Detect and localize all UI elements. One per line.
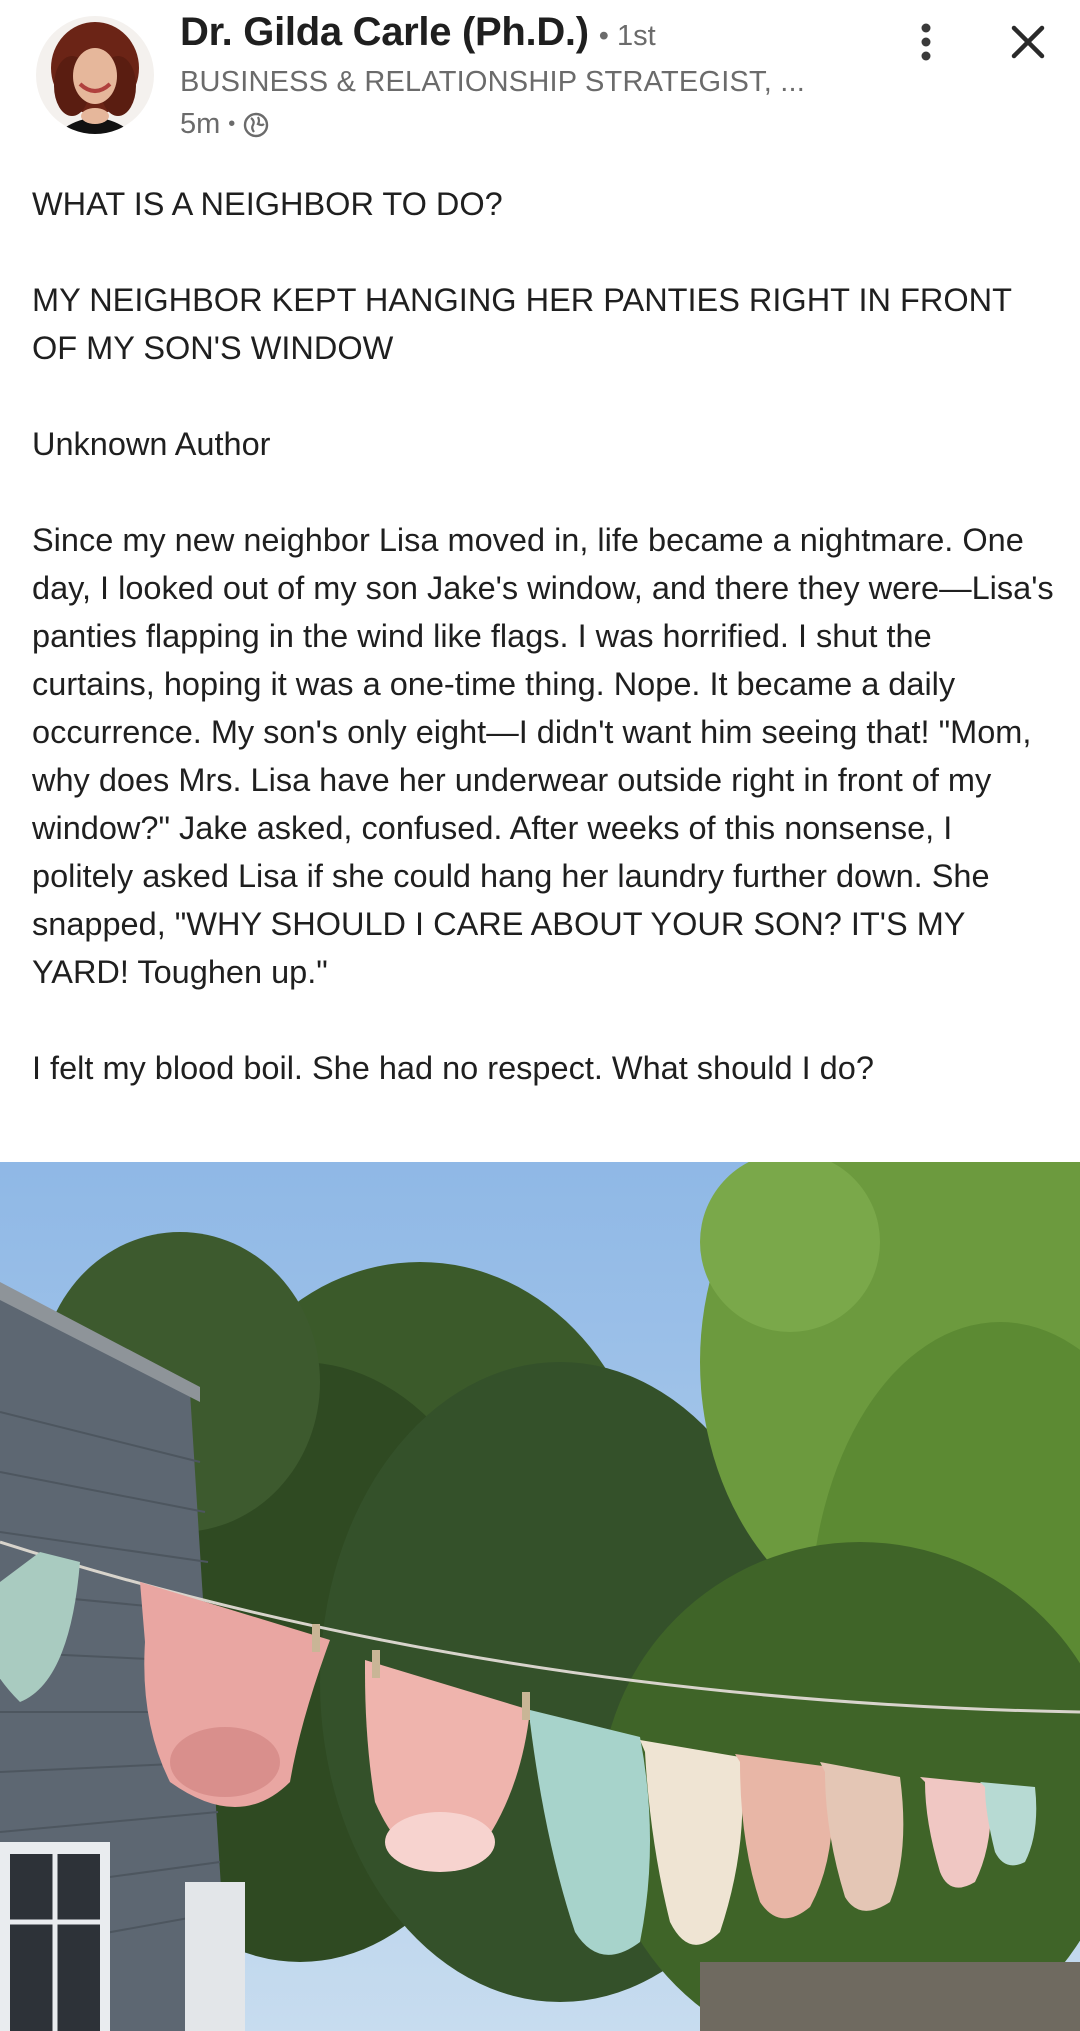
post-subtitle: MY NEIGHBOR KEPT HANGING HER PANTIES RIG… (32, 282, 1012, 366)
globe-icon (243, 112, 269, 138)
post-story: Since my new neighbor Lisa moved in, lif… (32, 522, 1054, 990)
avatar[interactable] (36, 16, 154, 134)
more-vertical-icon[interactable] (908, 20, 944, 64)
post-time: 5m (180, 108, 221, 140)
post-body: WHAT IS A NEIGHBOR TO DO? MY NEIGHBOR KE… (32, 180, 1062, 1092)
post-header: Dr. Gilda Carle (Ph.D.) • 1st BUSINESS &… (0, 0, 1080, 160)
post-question: I felt my blood boil. She had no respect… (32, 1050, 874, 1086)
post-attribution: Unknown Author (32, 426, 271, 462)
post-image[interactable] (0, 1162, 1080, 2031)
author-name[interactable]: Dr. Gilda Carle (Ph.D.) (180, 10, 589, 55)
close-icon[interactable] (1006, 20, 1050, 64)
author-row: Dr. Gilda Carle (Ph.D.) • 1st (180, 10, 656, 55)
post-meta: 5m • (180, 108, 269, 141)
post-title: WHAT IS A NEIGHBOR TO DO? (32, 186, 503, 222)
connection-degree: • 1st (598, 20, 656, 52)
meta-separator: • (228, 113, 236, 135)
author-headline: BUSINESS & RELATIONSHIP STRATEGIST, ... (180, 66, 805, 98)
